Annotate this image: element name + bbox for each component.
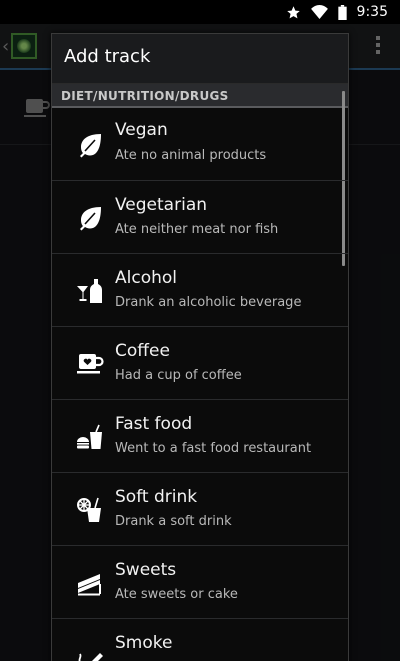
list-item-coffee[interactable]: Coffee Had a cup of coffee — [52, 327, 348, 400]
battery-icon — [337, 4, 347, 20]
item-subtitle: Ate neither meat nor fish — [115, 222, 279, 237]
item-subtitle: Had a cup of coffee — [115, 368, 242, 383]
wifi-icon — [310, 5, 328, 19]
track-list: Vegan Ate no animal products Vegetarian … — [52, 108, 348, 661]
item-subtitle: Drank an alcoholic beverage — [115, 295, 302, 310]
list-item-soft-drink[interactable]: Soft drink Drank a soft drink — [52, 473, 348, 546]
add-track-dialog: Add track DIET/NUTRITION/DRUGS Vegan Ate… — [51, 33, 349, 661]
leaf-icon — [76, 131, 104, 159]
item-subtitle: Ate no animal products — [115, 148, 267, 163]
status-bar: 9:35 — [0, 0, 400, 24]
item-title: Soft drink — [115, 487, 198, 507]
coffee-cup-icon — [76, 350, 104, 378]
fast-food-icon — [76, 423, 104, 451]
soft-drink-icon — [76, 496, 104, 524]
dialog-title: Add track — [52, 34, 348, 84]
section-header: DIET/NUTRITION/DRUGS — [52, 84, 348, 108]
item-title: Vegan — [115, 120, 168, 140]
item-title: Alcohol — [115, 268, 177, 288]
list-item-alcohol[interactable]: Alcohol Drank an alcoholic beverage — [52, 254, 348, 327]
screen: 9:35 ‹ Add track DIET/NUTRITION/DRUGS Ve… — [0, 0, 400, 661]
list-item-fast-food[interactable]: Fast food Went to a fast food restaurant — [52, 400, 348, 473]
list-item-vegan[interactable]: Vegan Ate no animal products — [52, 108, 348, 181]
item-title: Smoke — [115, 633, 173, 653]
smoke-icon — [76, 642, 104, 661]
item-title: Sweets — [115, 560, 177, 580]
item-subtitle: Went to a fast food restaurant — [115, 441, 312, 456]
item-title: Vegetarian — [115, 195, 208, 215]
leaf-icon — [76, 204, 104, 232]
item-subtitle: Drank a soft drink — [115, 514, 232, 529]
list-item-sweets[interactable]: Sweets Ate sweets or cake — [52, 546, 348, 619]
alcohol-icon — [76, 277, 104, 305]
list-item-smoke[interactable]: Smoke — [52, 619, 348, 661]
status-time: 9:35 — [356, 4, 388, 20]
list-item-vegetarian[interactable]: Vegetarian Ate neither meat nor fish — [52, 181, 348, 254]
item-title: Fast food — [115, 414, 193, 434]
star-icon — [286, 5, 301, 20]
item-subtitle: Ate sweets or cake — [115, 587, 238, 602]
item-title: Coffee — [115, 341, 170, 361]
cake-icon — [76, 569, 104, 597]
